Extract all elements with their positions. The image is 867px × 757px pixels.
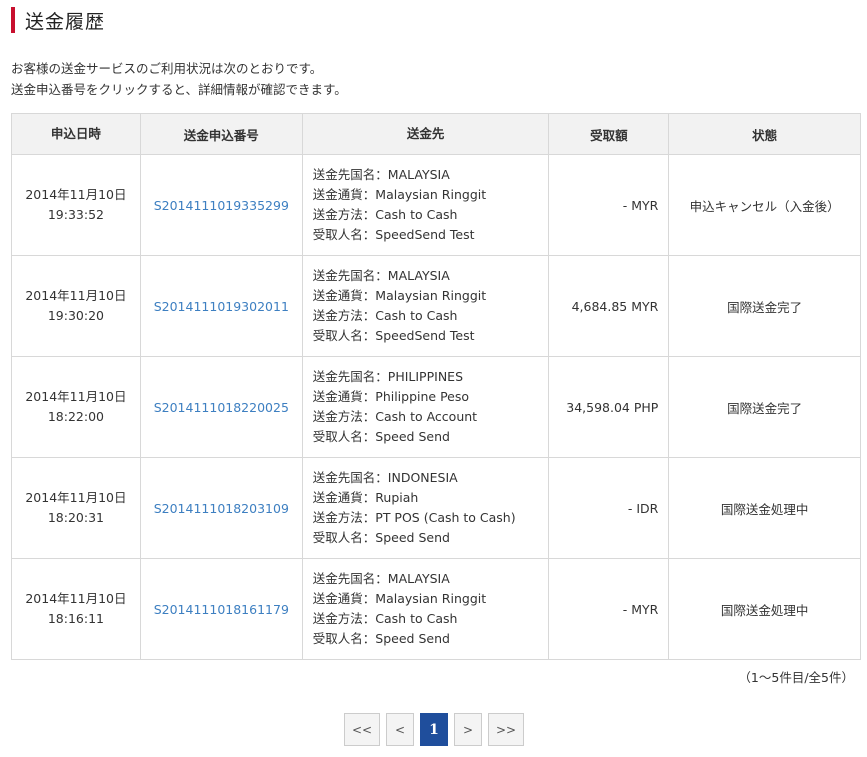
dest-method: 送金方法：Cash to Cash — [312, 308, 458, 323]
row-time: 18:22:00 — [47, 409, 104, 424]
remittance-history-table: 申込日時 送金申込番号 送金先 受取額 状態 2014年11月10日 19:33… — [11, 113, 861, 660]
row-time: 19:33:52 — [47, 207, 104, 222]
dest-currency: 送金通貨：Rupiah — [312, 490, 419, 505]
row-status: 国際送金完了 — [668, 356, 861, 458]
row-date: 2014年11月10日 — [25, 389, 127, 404]
intro-line-2: 送金申込番号をクリックすると、詳細情報が確認できます。 — [11, 82, 347, 97]
header-destination: 送金先 — [301, 113, 550, 155]
row-destination-cell: 送金先国名：MALAYSIA 送金通貨：Malaysian Ringgit 送金… — [301, 558, 550, 660]
row-date-cell: 2014年11月10日 18:22:00 — [11, 356, 141, 458]
prev-page-button[interactable]: < — [386, 713, 414, 746]
dest-country: 送金先国名：MALAYSIA — [312, 268, 450, 283]
remittance-number-link[interactable]: S2014111018203109 — [154, 501, 289, 516]
row-amount: 4,684.85 MYR — [548, 255, 670, 357]
header-date: 申込日時 — [11, 113, 141, 155]
row-number-cell: S2014111019335299 — [139, 154, 303, 256]
table-row: 2014年11月10日 19:30:20 S2014111019302011 送… — [11, 255, 861, 357]
dest-recipient: 受取人名：Speed Send — [312, 530, 450, 545]
dest-currency: 送金通貨：Philippine Peso — [312, 389, 470, 404]
row-date-cell: 2014年11月10日 18:16:11 — [11, 558, 141, 660]
page-header: 送金履歴 — [11, 6, 105, 34]
row-time: 19:30:20 — [47, 308, 104, 323]
row-status: 国際送金処理中 — [668, 558, 861, 660]
dest-country: 送金先国名：PHILIPPINES — [312, 369, 464, 384]
remittance-number-link[interactable]: S2014111018220025 — [154, 400, 289, 415]
dest-currency: 送金通貨：Malaysian Ringgit — [312, 591, 487, 606]
row-date: 2014年11月10日 — [25, 490, 127, 505]
dest-method: 送金方法：Cash to Account — [312, 409, 478, 424]
intro-line-1: お客様の送金サービスのご利用状況は次のとおりです。 — [11, 61, 323, 76]
row-date: 2014年11月10日 — [25, 187, 127, 202]
row-date: 2014年11月10日 — [25, 288, 127, 303]
row-destination-cell: 送金先国名：MALAYSIA 送金通貨：Malaysian Ringgit 送金… — [301, 154, 550, 256]
row-amount: - MYR — [548, 558, 670, 660]
pagination: << < 1 > >> — [344, 713, 530, 746]
header-number: 送金申込番号 — [139, 113, 303, 155]
dest-recipient: 受取人名：Speed Send — [312, 429, 450, 444]
dest-country: 送金先国名：MALAYSIA — [312, 167, 450, 182]
first-page-button[interactable]: << — [344, 713, 380, 746]
row-destination-cell: 送金先国名：INDONESIA 送金通貨：Rupiah 送金方法：PT POS … — [301, 457, 550, 559]
next-page-button[interactable]: > — [454, 713, 482, 746]
table-row: 2014年11月10日 18:16:11 S2014111018161179 送… — [11, 558, 861, 660]
header-status: 状態 — [668, 113, 861, 155]
row-time: 18:16:11 — [47, 611, 104, 626]
row-number-cell: S2014111019302011 — [139, 255, 303, 357]
dest-country: 送金先国名：MALAYSIA — [312, 571, 450, 586]
remittance-number-link[interactable]: S2014111019302011 — [154, 299, 289, 314]
remittance-number-link[interactable]: S2014111019335299 — [154, 198, 289, 213]
row-time: 18:20:31 — [47, 510, 104, 525]
intro-text: お客様の送金サービスのご利用状況は次のとおりです。 送金申込番号をクリックすると… — [11, 58, 347, 100]
row-amount: - IDR — [548, 457, 670, 559]
remittance-number-link[interactable]: S2014111018161179 — [154, 602, 289, 617]
dest-recipient: 受取人名：Speed Send — [312, 631, 450, 646]
row-destination-cell: 送金先国名：MALAYSIA 送金通貨：Malaysian Ringgit 送金… — [301, 255, 550, 357]
dest-currency: 送金通貨：Malaysian Ringgit — [312, 187, 487, 202]
row-date-cell: 2014年11月10日 19:30:20 — [11, 255, 141, 357]
table-row: 2014年11月10日 18:20:31 S2014111018203109 送… — [11, 457, 861, 559]
dest-method: 送金方法：Cash to Cash — [312, 611, 458, 626]
row-amount: - MYR — [548, 154, 670, 256]
row-status: 国際送金完了 — [668, 255, 861, 357]
row-number-cell: S2014111018220025 — [139, 356, 303, 458]
header-amount: 受取額 — [548, 113, 670, 155]
title-accent-bar — [11, 7, 15, 33]
dest-recipient: 受取人名：SpeedSend Test — [312, 328, 475, 343]
current-page-button[interactable]: 1 — [420, 713, 448, 746]
dest-currency: 送金通貨：Malaysian Ringgit — [312, 288, 487, 303]
last-page-button[interactable]: >> — [488, 713, 524, 746]
dest-method: 送金方法：Cash to Cash — [312, 207, 458, 222]
row-number-cell: S2014111018161179 — [139, 558, 303, 660]
row-status: 申込キャンセル（入金後） — [668, 154, 861, 256]
dest-method: 送金方法：PT POS (Cash to Cash) — [312, 510, 516, 525]
row-date-cell: 2014年11月10日 19:33:52 — [11, 154, 141, 256]
row-date-cell: 2014年11月10日 18:20:31 — [11, 457, 141, 559]
result-count: （1～5件目/全5件） — [738, 670, 854, 685]
remittance-history-page: 送金履歴 お客様の送金サービスのご利用状況は次のとおりです。 送金申込番号をクリ… — [0, 0, 867, 757]
dest-recipient: 受取人名：SpeedSend Test — [312, 227, 475, 242]
table-header-row: 申込日時 送金申込番号 送金先 受取額 状態 — [11, 113, 861, 155]
dest-country: 送金先国名：INDONESIA — [312, 470, 458, 485]
row-number-cell: S2014111018203109 — [139, 457, 303, 559]
row-destination-cell: 送金先国名：PHILIPPINES 送金通貨：Philippine Peso 送… — [301, 356, 550, 458]
row-amount: 34,598.04 PHP — [548, 356, 670, 458]
page-title: 送金履歴 — [25, 10, 106, 33]
table-row: 2014年11月10日 18:22:00 S2014111018220025 送… — [11, 356, 861, 458]
row-date: 2014年11月10日 — [25, 591, 127, 606]
row-status: 国際送金処理中 — [668, 457, 861, 559]
table-row: 2014年11月10日 19:33:52 S2014111019335299 送… — [11, 154, 861, 256]
